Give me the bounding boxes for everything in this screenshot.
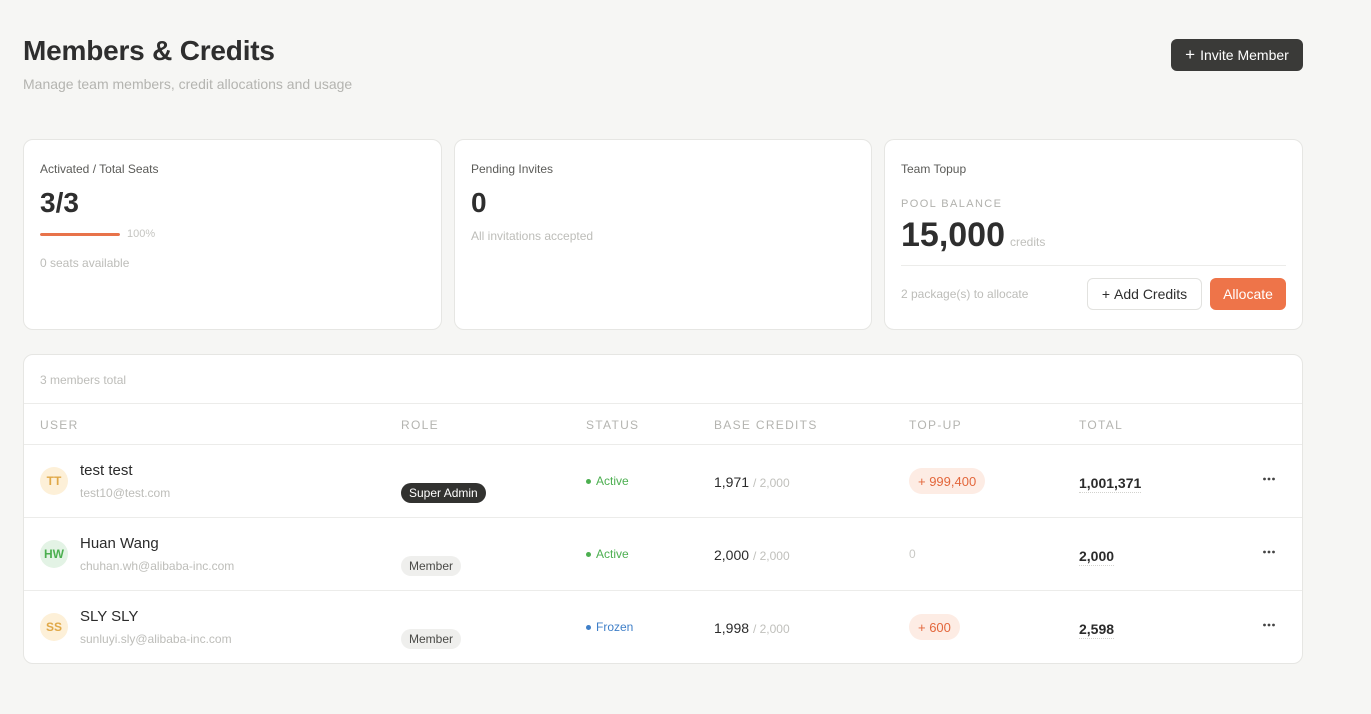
user-name: test test [80, 462, 133, 479]
team-topup-card: Team Topup POOL BALANCE 15,000 credits 2… [884, 139, 1303, 330]
page-subtitle: Manage team members, credit allocations … [23, 76, 353, 92]
page-title: Members & Credits [23, 35, 275, 66]
pool-divider [901, 265, 1286, 266]
team-topup-title: Team Topup [901, 162, 967, 176]
invite-member-label: Invite Member [1200, 47, 1289, 63]
pending-invites-value: 0 [471, 187, 487, 218]
base-credits-value: 1,998 [714, 620, 750, 636]
seats-progress-fill [40, 232, 120, 236]
seats-value: 3/3 [40, 187, 79, 218]
seats-percent: 100% [127, 228, 156, 240]
status-label: Active [596, 547, 629, 561]
plus-icon: + [1185, 45, 1196, 64]
pool-balance-value: 15,000 [901, 216, 1005, 254]
table-row[interactable]: HW Huan Wang chuhan.wh@alibaba-inc.com Memb… [24, 518, 1302, 591]
base-credits-value: 2,000 [714, 547, 750, 563]
seats-available-note: 0 seats available [40, 256, 130, 270]
table-body: TT test test test10@test.com Super Admin Act… [24, 445, 1302, 663]
status-dot-icon [586, 478, 591, 484]
status-badge: Active [586, 474, 629, 488]
column-header-base-credits: BASE CREDITS [714, 418, 818, 432]
avatar: TT [40, 467, 68, 495]
user-email: sunluyi.sly@alibaba-inc.com [80, 632, 232, 646]
seats-progress-bar [40, 232, 120, 236]
seats-card-title: Activated / Total Seats [40, 162, 159, 176]
column-header-top-up: TOP-UP [909, 418, 962, 432]
more-actions-icon[interactable] [1262, 618, 1276, 632]
pool-balance-unit: credits [1010, 235, 1046, 249]
user-email: chuhan.wh@alibaba-inc.com [80, 559, 235, 573]
base-credits: 2,000 / 2,000 [714, 547, 790, 563]
add-credits-button[interactable]: + Add Credits [1087, 278, 1202, 310]
topup-cell: 0 [909, 541, 916, 561]
table-row[interactable]: TT test test test10@test.com Super Admin Act… [24, 445, 1302, 518]
table-header: USER ROLE STATUS BASE CREDITS TOP-UP TOT… [24, 404, 1302, 445]
role-badge: Super Admin [401, 483, 486, 503]
column-header-status: STATUS [586, 418, 640, 432]
topup-cell: + 600 [909, 614, 960, 640]
column-header-role: ROLE [401, 418, 439, 432]
pool-balance-label: POOL BALANCE [901, 198, 1003, 210]
column-header-user: USER [40, 418, 79, 432]
packages-note: 2 package(s) to allocate [901, 287, 1029, 301]
avatar: HW [40, 540, 68, 568]
table-row[interactable]: SS SLY SLY sunluyi.sly@alibaba-inc.com Memb… [24, 591, 1302, 663]
topup-value: + 999,400 [909, 468, 986, 494]
status-label: Frozen [596, 620, 634, 634]
base-credits: 1,998 / 2,000 [714, 620, 790, 636]
user-name: SLY SLY [80, 608, 139, 625]
seats-card: Activated / Total Seats 3/3 100% 0 seats… [23, 139, 442, 330]
invite-member-button[interactable]: + Invite Member [1171, 39, 1303, 71]
total-credits: 2,598 [1079, 621, 1115, 639]
topup-cell: + 999,400 [909, 468, 986, 494]
base-credits-max: / 2,000 [752, 476, 790, 490]
allocate-button[interactable]: Allocate [1210, 278, 1286, 310]
avatar: SS [40, 613, 68, 641]
base-credits: 1,971 / 2,000 [714, 474, 790, 490]
add-credits-label: Add Credits [1114, 286, 1188, 302]
members-table: 3 members total USER ROLE STATUS BASE CR… [23, 354, 1303, 664]
role-badge: Member [401, 556, 462, 576]
pending-invites-note: All invitations accepted [471, 229, 594, 243]
base-credits-max: / 2,000 [752, 622, 790, 636]
status-dot-icon [586, 551, 591, 557]
plus-icon: + [1101, 286, 1111, 302]
status-label: Active [596, 474, 629, 488]
page-header: Members & Credits Manage team members, c… [23, 35, 352, 92]
members-count: 3 members total [24, 355, 1302, 404]
total-credits: 1,001,371 [1079, 475, 1142, 493]
role-badge: Member [401, 629, 462, 649]
base-credits-value: 1,971 [714, 474, 750, 490]
pending-invites-card: Pending Invites 0 All invitations accept… [454, 139, 872, 330]
status-badge: Active [586, 547, 629, 561]
column-header-total: TOTAL [1079, 418, 1124, 432]
status-badge: Frozen [586, 620, 633, 634]
base-credits-max: / 2,000 [752, 549, 790, 563]
status-dot-icon [586, 624, 591, 630]
more-actions-icon[interactable] [1262, 545, 1276, 559]
total-credits: 2,000 [1079, 548, 1115, 566]
pending-invites-title: Pending Invites [471, 162, 554, 176]
user-email: test10@test.com [80, 486, 171, 500]
topup-value: + 600 [909, 614, 960, 640]
user-name: Huan Wang [80, 535, 159, 552]
topup-value: 0 [909, 547, 916, 561]
more-actions-icon[interactable] [1262, 472, 1276, 486]
